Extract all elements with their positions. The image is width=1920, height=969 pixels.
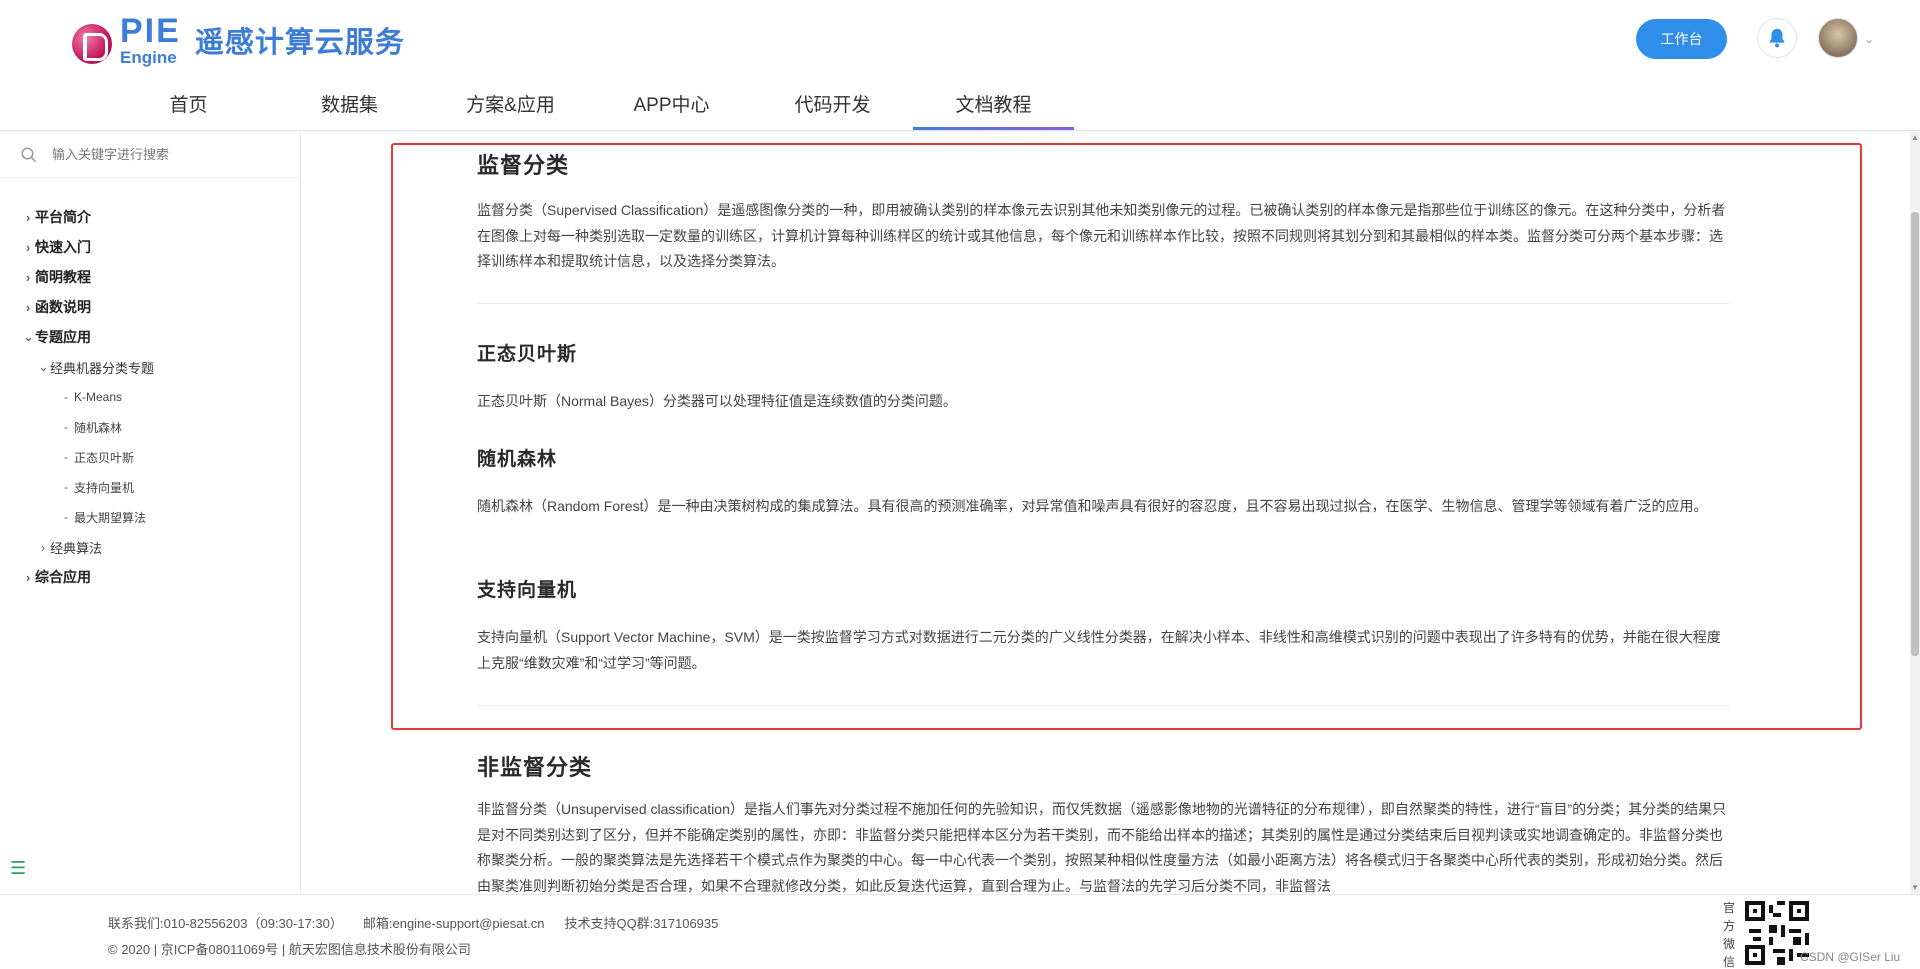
tree-item-functions[interactable]: › 函数说明 (0, 292, 300, 322)
tree-item-label: 快速入门 (35, 239, 91, 255)
tree-item-kmeans[interactable]: - K-Means (0, 382, 300, 412)
bell-icon (1769, 28, 1785, 48)
paragraph-normal-bayes: 正态贝叶斯（Normal Bayes）分类器可以处理特征值是连续数值的分类问题。 (477, 393, 957, 409)
workbench-button[interactable]: 工作台 (1636, 19, 1727, 59)
chevron-right-icon: › (25, 239, 31, 255)
search-icon (21, 147, 37, 162)
divider (477, 303, 1730, 304)
chevron-down-icon: ⌄ (23, 329, 34, 344)
paragraph-unsupervised: 非监督分类（Unsupervised classification）是指人们事先… (477, 801, 1727, 894)
tree-item-tutorial[interactable]: › 简明教程 (0, 262, 300, 292)
scroll-up-arrow-icon[interactable]: ▲ (1910, 132, 1920, 144)
site-footer: 联系我们:010-82556203（09:30-17:30） 邮箱:engine… (0, 894, 1920, 969)
sidebar-search (0, 132, 300, 178)
nav-datasets[interactable]: 数据集 (269, 86, 430, 130)
paragraph-svm: 支持向量机（Support Vector Machine，SVM）是一类按监督学… (477, 629, 1721, 671)
tree-item-normal-bayes[interactable]: - 正态贝叶斯 (0, 442, 300, 472)
doc-content: 监督分类 监督分类（Supervised Classification）是遥感图… (302, 132, 1910, 894)
tree-item-label: 简明教程 (35, 269, 91, 285)
chevron-right-icon: › (25, 209, 31, 225)
chevron-right-icon: › (25, 569, 31, 585)
chevron-down-icon[interactable]: ⌄ (1864, 32, 1874, 46)
notification-button[interactable] (1757, 18, 1797, 58)
watermark: CSDN @GISer Liu (1800, 950, 1901, 964)
nav-app-center[interactable]: APP中心 (591, 86, 752, 130)
section-title-random-forest: 随机森林 (477, 449, 558, 470)
paragraph-random-forest: 随机森林（Random Forest）是一种由决策树构成的集成算法。具有很高的预… (477, 498, 1708, 514)
section-title-normal-bayes: 正态贝叶斯 (477, 344, 578, 365)
tree-item-label: 平台简介 (35, 209, 91, 225)
qr-label: 官方微信 (1722, 901, 1735, 969)
footer-phone: 联系我们:010-82556203（09:30-17:30） (108, 916, 343, 931)
user-avatar[interactable] (1818, 18, 1858, 58)
chevron-down-icon: ⌄ (38, 359, 49, 374)
tree-item-label: 经典算法 (50, 540, 103, 556)
tree-item-ml-classification[interactable]: ⌄ 经典机器分类专题 (0, 352, 300, 382)
tree-item-label: 最大期望算法 (74, 510, 147, 525)
tree-item-label: 综合应用 (35, 569, 91, 585)
top-header: PIE Engine 遥感计算云服务 工作台 ⌄ 首页 数据集 方案&应用 AP… (0, 0, 1920, 131)
nav-home[interactable]: 首页 (108, 86, 269, 130)
logo[interactable]: PIE Engine 遥感计算云服务 (72, 14, 405, 66)
tree-item-classic-algorithms[interactable]: › 经典算法 (0, 532, 300, 562)
tree-item-svm[interactable]: - 支持向量机 (0, 472, 300, 502)
nav-solutions[interactable]: 方案&应用 (430, 86, 591, 130)
docs-sidebar: › 平台简介 › 快速入门 › 简明教程 › 函数说明 ⌄ 专题应用 ⌄ 经典机… (0, 132, 301, 894)
footer-qq: 技术支持QQ群:317106935 (564, 916, 719, 931)
tree-item-label: 支持向量机 (74, 480, 135, 495)
doc-tree: › 平台简介 › 快速入门 › 简明教程 › 函数说明 ⌄ 专题应用 ⌄ 经典机… (0, 178, 300, 592)
site-title: 遥感计算云服务 (194, 27, 405, 59)
chevron-right-icon: › (25, 299, 31, 315)
footer-copyright: © 2020 | 京ICP备08011069号 | 航天宏图信息技术股份有限公司 (108, 942, 471, 957)
chevron-right-icon: › (40, 539, 46, 555)
section-title-supervised: 监督分类 (477, 153, 570, 178)
scroll-down-arrow-icon[interactable]: ▼ (1910, 882, 1920, 894)
tree-item-label: 专题应用 (35, 329, 91, 345)
content-scrollbar[interactable]: ▲ ▼ (1910, 132, 1920, 894)
search-input[interactable] (52, 147, 272, 162)
tree-item-integrated-apps[interactable]: › 综合应用 (0, 562, 300, 592)
divider (477, 705, 1730, 706)
tree-item-em[interactable]: - 最大期望算法 (0, 502, 300, 532)
footer-contact-line: 联系我们:010-82556203（09:30-17:30） 邮箱:engine… (108, 913, 718, 932)
section-title-svm: 支持向量机 (477, 580, 578, 601)
nav-code-dev[interactable]: 代码开发 (752, 86, 913, 130)
logo-globe-icon (72, 18, 130, 64)
tree-item-topic-apps[interactable]: ⌄ 专题应用 (0, 322, 300, 352)
tree-item-label: 函数说明 (35, 299, 91, 315)
main-nav: 首页 数据集 方案&应用 APP中心 代码开发 文档教程 (108, 86, 1074, 130)
section-title-unsupervised: 非监督分类 (477, 755, 593, 780)
tree-item-label: K-Means (74, 390, 123, 404)
chevron-right-icon: › (25, 269, 31, 285)
tree-item-label: 正态贝叶斯 (74, 450, 135, 465)
nav-docs[interactable]: 文档教程 (913, 86, 1074, 130)
tree-item-random-forest[interactable]: - 随机森林 (0, 412, 300, 442)
footer-email[interactable]: 邮箱:engine-support@piesat.cn (363, 913, 545, 932)
tree-item-platform-intro[interactable]: › 平台简介 (0, 202, 300, 232)
menu-icon[interactable]: ☰ (10, 858, 26, 879)
tree-item-label: 经典机器分类专题 (50, 360, 155, 376)
tree-item-quick-start[interactable]: › 快速入门 (0, 232, 300, 262)
scroll-thumb[interactable] (1911, 212, 1919, 656)
tree-item-label: 随机森林 (74, 420, 123, 435)
paragraph-supervised: 监督分类（Supervised Classification）是遥感图像分类的一… (477, 202, 1726, 269)
